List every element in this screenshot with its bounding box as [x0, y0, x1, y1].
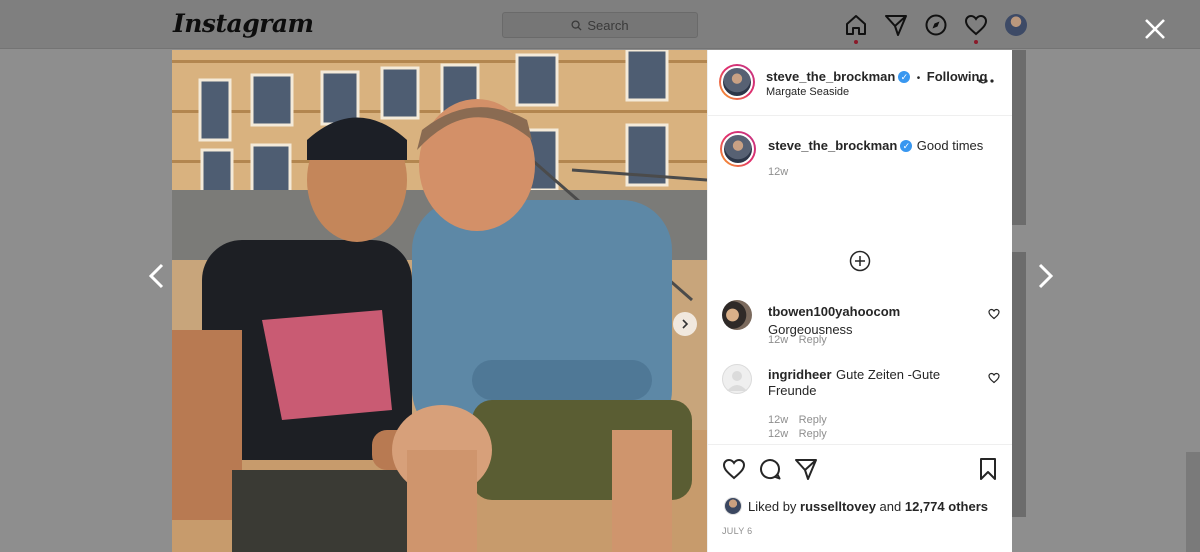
default-avatar-icon	[727, 371, 747, 391]
background-post-tile	[1012, 50, 1026, 225]
share-direct-icon[interactable]	[794, 457, 818, 481]
separator-dot: •	[916, 73, 921, 84]
liked-by-avatar[interactable]	[724, 497, 742, 515]
comment-username[interactable]: tbowen100yahoocom	[768, 304, 900, 319]
verified-badge-icon: ✓	[900, 139, 913, 152]
post-photo-image	[172, 50, 707, 552]
comment-time[interactable]: 12w	[768, 428, 788, 440]
post-header: steve_the_brockman ✓ • Following Margate …	[708, 50, 1012, 116]
search-icon	[571, 19, 582, 31]
author-username[interactable]: steve_the_brockman	[766, 69, 895, 84]
like-heart-icon[interactable]	[722, 457, 746, 481]
scrollbar-track[interactable]	[1186, 452, 1200, 552]
post-photo[interactable]	[172, 50, 707, 552]
comment-username[interactable]: ingridheer	[768, 367, 832, 382]
post-details-panel: steve_the_brockman ✓ • Following Margate …	[707, 50, 1012, 552]
like-comment-heart-icon[interactable]	[988, 308, 1000, 320]
likes-summary: Liked by russelltovey and 12,774 others	[748, 499, 988, 514]
next-post-chevron-icon[interactable]	[1033, 262, 1057, 290]
comments-list[interactable]: steve_the_brockman ✓ Good times 12w tbowe…	[708, 117, 1012, 444]
comment-meta: 12w Reply	[768, 330, 827, 348]
instagram-logo[interactable]: Instagram	[173, 9, 314, 38]
caption-time[interactable]: 12w	[768, 166, 788, 178]
background-post-tile	[1012, 252, 1026, 517]
activity-notification-dot	[974, 40, 978, 44]
photo-next-button[interactable]	[673, 312, 697, 336]
close-icon[interactable]	[1142, 16, 1168, 42]
caption-username[interactable]: steve_the_brockman	[768, 138, 897, 153]
chevron-right-icon	[682, 319, 689, 329]
previous-post-chevron-icon[interactable]	[145, 262, 169, 290]
top-navigation-bar: Instagram Search	[0, 0, 1200, 49]
plus-circle-icon[interactable]	[849, 250, 871, 272]
liked-by-user[interactable]: russelltovey	[800, 499, 876, 514]
post-location[interactable]: Margate Seaside	[766, 86, 849, 98]
search-input[interactable]: Search	[502, 12, 698, 38]
caption-author-avatar[interactable]	[720, 131, 756, 167]
comment-meta: 12w Reply	[768, 424, 827, 442]
home-icon[interactable]	[844, 13, 868, 37]
home-notification-dot	[854, 40, 858, 44]
liked-by-and: and	[879, 499, 902, 514]
post-date[interactable]: JULY 6	[722, 526, 752, 536]
caption: steve_the_brockman ✓ Good times	[768, 137, 998, 155]
comment: ingridheer Gute Zeiten -Gute Freunde	[768, 367, 968, 399]
commenter-avatar[interactable]	[722, 364, 752, 394]
post-modal: steve_the_brockman ✓ • Following Margate …	[172, 50, 1012, 552]
more-options-icon[interactable]	[978, 78, 994, 84]
liked-by-prefix: Liked by	[748, 499, 797, 514]
reply-button[interactable]: Reply	[799, 334, 827, 346]
reply-button[interactable]: Reply	[799, 428, 827, 440]
search-placeholder: Search	[587, 17, 629, 33]
direct-icon[interactable]	[884, 13, 908, 37]
commenter-avatar[interactable]	[722, 300, 752, 330]
caption-text: Good times	[916, 138, 984, 153]
bookmark-save-icon[interactable]	[976, 457, 1000, 481]
comment-bubble-icon[interactable]	[758, 457, 782, 481]
activity-heart-icon[interactable]	[964, 13, 988, 37]
explore-icon[interactable]	[924, 13, 948, 37]
author-avatar[interactable]	[719, 64, 755, 100]
like-comment-heart-icon[interactable]	[988, 372, 1000, 384]
profile-avatar[interactable]	[1005, 14, 1027, 36]
verified-badge-icon: ✓	[898, 70, 911, 83]
post-actions-section: Liked by russelltovey and 12,774 others …	[708, 444, 1012, 552]
comment-time[interactable]: 12w	[768, 334, 788, 346]
likes-count[interactable]: 12,774 others	[905, 499, 988, 514]
